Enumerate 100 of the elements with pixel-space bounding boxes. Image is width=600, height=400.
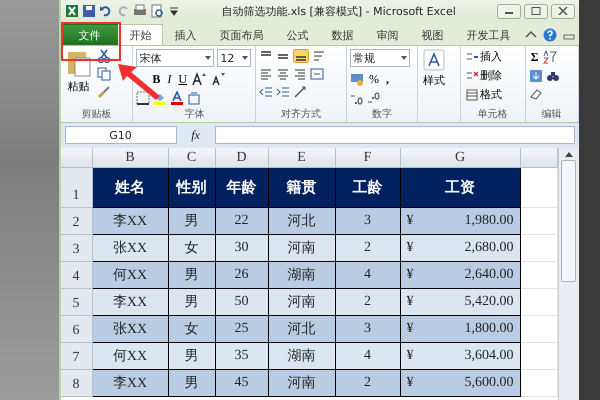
orientation-icon[interactable] bbox=[293, 85, 308, 99]
fill-color-icon[interactable] bbox=[153, 91, 168, 105]
styles-icon bbox=[422, 49, 445, 71]
row-header[interactable]: 4 bbox=[60, 262, 93, 289]
ribbon-tab[interactable]: 公式 bbox=[276, 24, 320, 45]
row-header[interactable]: 2 bbox=[60, 208, 93, 235]
merge-icon[interactable] bbox=[310, 67, 324, 81]
caret-icon bbox=[242, 56, 248, 60]
group-label: 剪贴板 bbox=[80, 108, 112, 122]
row-header[interactable]: 1 bbox=[60, 168, 93, 208]
increase-indent-icon[interactable] bbox=[276, 85, 290, 99]
insert-function-button[interactable]: fx bbox=[180, 128, 211, 142]
table-cell: 湖南 bbox=[268, 343, 336, 370]
vertical-scrollbar[interactable] bbox=[558, 148, 579, 400]
file-tab[interactable]: 文件 bbox=[62, 24, 118, 45]
binoculars-icon[interactable] bbox=[546, 69, 560, 83]
column-header[interactable]: B bbox=[92, 148, 169, 168]
italic-button[interactable]: I bbox=[165, 71, 174, 87]
help-icon[interactable] bbox=[542, 28, 557, 42]
underline-button[interactable]: U bbox=[176, 71, 190, 87]
wrap-text-icon[interactable] bbox=[312, 49, 326, 63]
excel-icon[interactable] bbox=[64, 4, 79, 18]
phonetic-icon[interactable] bbox=[187, 91, 202, 105]
table-cell: 女 bbox=[168, 235, 216, 262]
align-bottom-icon[interactable] bbox=[293, 49, 310, 63]
delete-button[interactable]: 删除 bbox=[464, 68, 504, 83]
name-box[interactable]: G10 bbox=[64, 126, 177, 144]
scissors-icon[interactable] bbox=[96, 49, 111, 63]
table-cell: 男 bbox=[168, 208, 216, 235]
percent-button[interactable]: % bbox=[366, 71, 381, 87]
align-center-icon[interactable] bbox=[276, 67, 290, 81]
ribbon-tab[interactable]: 开发工具 bbox=[456, 24, 522, 45]
table-cell: 26 bbox=[216, 262, 269, 289]
currency-icon[interactable] bbox=[350, 72, 364, 86]
table-cell: 女 bbox=[168, 316, 216, 343]
table-cell: 河北 bbox=[268, 208, 336, 235]
undo-icon[interactable] bbox=[98, 4, 113, 18]
header-cell: 年龄 bbox=[216, 168, 269, 208]
eraser-icon[interactable] bbox=[528, 87, 543, 101]
bold-button[interactable]: B bbox=[150, 71, 162, 87]
ribbon-tab[interactable]: 插入 bbox=[164, 24, 208, 45]
column-header[interactable]: G bbox=[400, 148, 521, 168]
table-cell: 张XX bbox=[92, 316, 169, 343]
shrink-font-icon[interactable] bbox=[211, 72, 228, 86]
font-size-field[interactable]: 12 bbox=[217, 49, 252, 67]
table-cell: 3 bbox=[336, 316, 401, 343]
minimize-button[interactable] bbox=[496, 4, 521, 18]
column-header[interactable]: D bbox=[216, 148, 269, 168]
table-cell: 李XX bbox=[92, 370, 169, 397]
paste-button[interactable]: 粘贴 bbox=[64, 49, 94, 107]
scroll-up-icon[interactable] bbox=[564, 150, 574, 158]
group-label: 对齐方式 bbox=[280, 108, 322, 122]
copy-icon[interactable] bbox=[96, 67, 111, 81]
row-header[interactable]: 6 bbox=[60, 316, 93, 343]
insert-button[interactable]: 插入 bbox=[464, 49, 504, 64]
row-header[interactable]: 8 bbox=[60, 370, 93, 397]
align-left-icon[interactable] bbox=[259, 67, 274, 81]
row-header[interactable]: 3 bbox=[60, 235, 93, 262]
decrease-decimal-icon[interactable] bbox=[366, 91, 381, 105]
ribbon-tab[interactable]: 数据 bbox=[320, 24, 365, 45]
table-cell: 李XX bbox=[92, 289, 169, 316]
table-cell: 45 bbox=[216, 370, 269, 397]
row-header[interactable]: 7 bbox=[60, 343, 93, 370]
autosum-button[interactable]: Σ bbox=[528, 49, 540, 65]
font-name-field[interactable]: 宋体 bbox=[136, 49, 214, 67]
column-header[interactable]: F bbox=[336, 148, 401, 168]
amount-value: 5,600.00 bbox=[464, 375, 514, 391]
table-cell: 湖南 bbox=[268, 262, 336, 289]
format-button[interactable]: 格式 bbox=[464, 87, 504, 102]
ribbon-tab[interactable]: 页面布局 bbox=[208, 24, 275, 45]
save-icon[interactable] bbox=[82, 4, 96, 18]
align-right-icon[interactable] bbox=[293, 67, 308, 81]
sort-filter-icon[interactable] bbox=[543, 50, 558, 64]
table-cell: 男 bbox=[168, 370, 216, 397]
ribbon-tab[interactable]: 视图 bbox=[410, 24, 455, 45]
brush-icon[interactable] bbox=[96, 85, 111, 99]
font-color-icon[interactable] bbox=[170, 91, 184, 105]
formula-input[interactable] bbox=[214, 126, 575, 144]
column-header[interactable]: E bbox=[268, 148, 336, 168]
comma-button[interactable]: , bbox=[384, 71, 391, 87]
border-icon[interactable] bbox=[136, 91, 150, 105]
grow-font-icon[interactable] bbox=[192, 72, 208, 86]
table-cell: 河南 bbox=[268, 370, 336, 397]
print-icon[interactable] bbox=[132, 4, 147, 18]
maximize-icon bbox=[530, 7, 541, 15]
close-icon bbox=[558, 7, 568, 15]
scroll-thumb[interactable] bbox=[561, 160, 576, 282]
group-label: 字体 bbox=[183, 108, 206, 122]
ribbon-tab[interactable]: 开始 bbox=[118, 24, 163, 45]
decrease-indent-icon[interactable] bbox=[259, 85, 274, 99]
number-format-field[interactable]: 常规 bbox=[350, 49, 410, 67]
row-header[interactable]: 5 bbox=[60, 289, 93, 316]
currency-symbol: ¥ bbox=[406, 240, 414, 256]
format-cells-icon bbox=[466, 88, 478, 100]
styles-button[interactable]: 样式 bbox=[420, 49, 447, 107]
close-button[interactable] bbox=[550, 4, 575, 18]
preview-icon[interactable] bbox=[150, 4, 164, 18]
ribbon-tab[interactable]: 审阅 bbox=[366, 24, 410, 45]
maximize-button[interactable] bbox=[524, 4, 548, 18]
column-header[interactable]: C bbox=[168, 148, 216, 168]
